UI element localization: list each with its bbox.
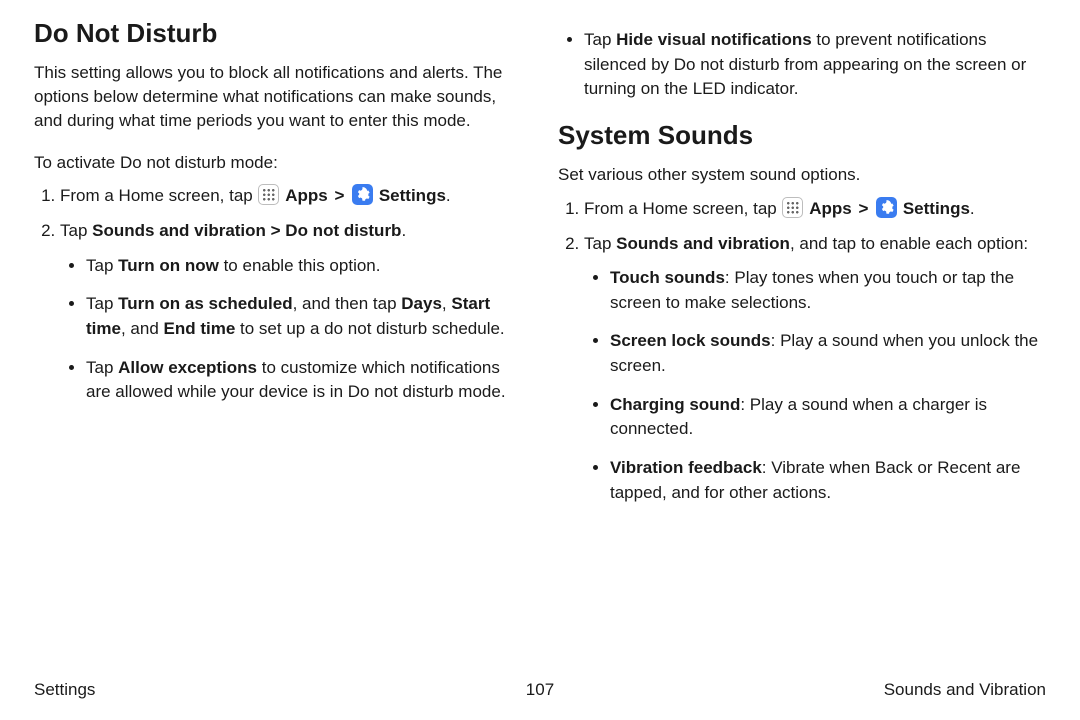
dnd-intro: This setting allows you to block all not… [34, 61, 522, 132]
step-text: Tap [60, 221, 92, 240]
footer-left: Settings [34, 680, 371, 700]
sub-text: Tap [584, 30, 616, 49]
sub-bold: Vibration feedback [610, 458, 762, 477]
dnd-steps: From a Home screen, tap Apps > Settings.… [34, 184, 522, 404]
apps-icon [782, 197, 803, 218]
chevron-icon: > [856, 197, 870, 222]
chevron-icon: > [332, 184, 346, 209]
sub-bold: Days [401, 294, 442, 313]
dnd-sub-2: Tap Turn on as scheduled, and then tap D… [86, 292, 522, 341]
step-period: . [401, 221, 406, 240]
step-bold: Sounds and vibration > Do not disturb [92, 221, 401, 240]
step-bold: Sounds and vibration [616, 234, 790, 253]
right-column: Tap Hide visual notifications to prevent… [558, 18, 1046, 670]
system-sounds-intro: Set various other system sound options. [558, 163, 1046, 187]
dnd-title: Do Not Disturb [34, 18, 522, 49]
dnd-step-2: Tap Sounds and vibration > Do not distur… [60, 219, 522, 405]
sub-bold: Charging sound [610, 395, 740, 414]
sys-steps: From a Home screen, tap Apps > Settings.… [558, 197, 1046, 505]
step-period: . [446, 186, 451, 205]
sub-bold: Hide visual notifications [616, 30, 812, 49]
dnd-sub-list: Tap Turn on now to enable this option. T… [60, 254, 522, 405]
page-footer: Settings 107 Sounds and Vibration [34, 670, 1046, 700]
settings-label: Settings [903, 199, 970, 218]
sub-text: Tap [86, 358, 118, 377]
dnd-sub-list-cont: Tap Hide visual notifications to prevent… [558, 28, 1046, 102]
sub-bold: Touch sounds [610, 268, 725, 287]
sub-text: , and then tap [293, 294, 402, 313]
dnd-lead: To activate Do not disturb mode: [34, 151, 522, 175]
footer-right: Sounds and Vibration [709, 680, 1046, 700]
sub-bold: Allow exceptions [118, 358, 257, 377]
sub-bold: Turn on as scheduled [118, 294, 292, 313]
dnd-step-1: From a Home screen, tap Apps > Settings. [60, 184, 522, 209]
footer-page-number: 107 [371, 680, 708, 700]
sys-step-1: From a Home screen, tap Apps > Settings. [584, 197, 1046, 222]
sub-text: , [442, 294, 451, 313]
sub-bold: Screen lock sounds [610, 331, 771, 350]
left-column: Do Not Disturb This setting allows you t… [34, 18, 522, 670]
sys-step-2: Tap Sounds and vibration, and tap to ena… [584, 232, 1046, 506]
dnd-sub-4: Tap Hide visual notifications to prevent… [584, 28, 1046, 102]
sys-sub-1: Touch sounds: Play tones when you touch … [610, 266, 1046, 315]
dnd-sub-1: Tap Turn on now to enable this option. [86, 254, 522, 279]
settings-label: Settings [379, 186, 446, 205]
sys-sub-2: Screen lock sounds: Play a sound when yo… [610, 329, 1046, 378]
sub-text: to enable this option. [219, 256, 381, 275]
sub-text: to set up a do not disturb schedule. [235, 319, 504, 338]
apps-label: Apps [285, 186, 328, 205]
sub-bold: End time [164, 319, 236, 338]
apps-icon [258, 184, 279, 205]
sub-text: Tap [86, 294, 118, 313]
step-text: Tap [584, 234, 616, 253]
sys-sub-list: Touch sounds: Play tones when you touch … [584, 266, 1046, 505]
settings-icon [352, 184, 373, 205]
step-text: , and tap to enable each option: [790, 234, 1028, 253]
settings-icon [876, 197, 897, 218]
sub-bold: Turn on now [118, 256, 219, 275]
step-text: From a Home screen, tap [584, 199, 781, 218]
sys-sub-4: Vibration feedback: Vibrate when Back or… [610, 456, 1046, 505]
sub-text: Tap [86, 256, 118, 275]
apps-label: Apps [809, 199, 852, 218]
dnd-sub-3: Tap Allow exceptions to customize which … [86, 356, 522, 405]
system-sounds-title: System Sounds [558, 120, 1046, 151]
sub-text: , and [121, 319, 164, 338]
sys-sub-3: Charging sound: Play a sound when a char… [610, 393, 1046, 442]
step-text: From a Home screen, tap [60, 186, 257, 205]
step-period: . [970, 199, 975, 218]
